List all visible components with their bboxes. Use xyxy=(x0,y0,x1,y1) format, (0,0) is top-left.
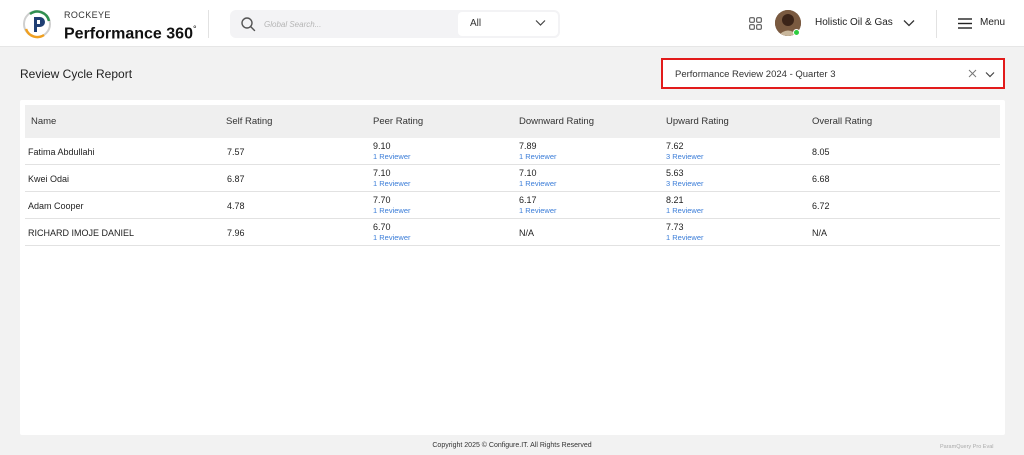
clear-icon[interactable] xyxy=(968,69,977,78)
search-scope-select[interactable]: All xyxy=(458,12,558,36)
overall-rating: 8.05 xyxy=(812,147,830,157)
column-header-self-rating[interactable]: Self Rating xyxy=(226,116,272,127)
brand-degree: ° xyxy=(192,24,197,34)
overall-rating: 6.68 xyxy=(812,174,830,184)
table-header: Name Self Rating Peer Rating Downward Ra… xyxy=(25,105,1000,138)
report-table-card: Name Self Rating Peer Rating Downward Ra… xyxy=(20,100,1005,435)
brand-product: Performance 360° xyxy=(64,20,197,43)
review-cycle-value: Performance Review 2024 - Quarter 3 xyxy=(675,69,836,80)
apps-grid-icon[interactable] xyxy=(749,17,762,30)
table-row[interactable]: Adam Cooper 4.78 7.70 1 Reviewer 6.17 1 … xyxy=(25,192,1000,219)
peer-reviewer-count[interactable]: 1 Reviewer xyxy=(373,206,411,215)
column-header-peer-rating[interactable]: Peer Rating xyxy=(373,116,423,127)
online-status-icon xyxy=(793,29,800,36)
menu-button[interactable]: Menu xyxy=(980,17,1005,28)
self-rating: 7.96 xyxy=(227,228,245,238)
brand-product-name: Performance 360 xyxy=(64,25,193,43)
divider xyxy=(208,10,209,38)
search-scope-value: All xyxy=(470,18,482,29)
brand[interactable]: ROCKEYE Performance 360° xyxy=(64,10,197,43)
global-search: All xyxy=(230,10,560,38)
divider xyxy=(936,10,937,38)
employee-name: Adam Cooper xyxy=(28,201,84,211)
upward-rating: 7.62 xyxy=(666,141,684,151)
watermark: ParamQuery Pro Eval xyxy=(940,444,994,450)
upward-reviewer-count[interactable]: 3 Reviewer xyxy=(666,179,704,188)
overall-rating: 6.72 xyxy=(812,201,830,211)
column-header-overall-rating[interactable]: Overall Rating xyxy=(812,116,872,127)
downward-reviewer-count[interactable]: 1 Reviewer xyxy=(519,179,557,188)
chevron-down-icon[interactable] xyxy=(903,19,915,27)
footer-copyright: Copyright 2025 © Configure.IT. All Right… xyxy=(432,442,592,449)
chevron-down-icon[interactable] xyxy=(985,71,995,78)
peer-reviewer-count[interactable]: 1 Reviewer xyxy=(373,152,411,161)
self-rating: 4.78 xyxy=(227,201,245,211)
peer-rating: 7.10 xyxy=(373,168,391,178)
downward-rating: 6.17 xyxy=(519,195,537,205)
hamburger-menu-icon[interactable] xyxy=(958,18,972,29)
downward-rating: N/A xyxy=(519,228,535,238)
upward-rating: 5.63 xyxy=(666,168,684,178)
top-navigation-bar: ROCKEYE Performance 360° All Holistic Oi… xyxy=(0,0,1024,47)
peer-rating: 6.70 xyxy=(373,222,391,232)
chevron-down-icon xyxy=(535,20,546,26)
upward-rating: 8.21 xyxy=(666,195,684,205)
table-row[interactable]: Kwei Odai 6.87 7.10 1 Reviewer 7.10 1 Re… xyxy=(25,165,1000,192)
table-row[interactable]: RICHARD IMOJE DANIEL 7.96 6.70 1 Reviewe… xyxy=(25,219,1000,246)
employee-name: Kwei Odai xyxy=(28,174,70,184)
upward-reviewer-count[interactable]: 3 Reviewer xyxy=(666,152,704,161)
search-input[interactable] xyxy=(264,14,434,34)
overall-rating: N/A xyxy=(812,228,828,238)
peer-rating: 9.10 xyxy=(373,141,391,151)
downward-rating: 7.89 xyxy=(519,141,537,151)
downward-rating: 7.10 xyxy=(519,168,537,178)
peer-reviewer-count[interactable]: 1 Reviewer xyxy=(373,179,411,188)
downward-reviewer-count[interactable]: 1 Reviewer xyxy=(519,206,557,215)
employee-name: RICHARD IMOJE DANIEL xyxy=(28,228,135,238)
column-header-name[interactable]: Name xyxy=(31,116,56,127)
column-header-downward-rating[interactable]: Downward Rating xyxy=(519,116,594,127)
table-row[interactable]: Fatima Abdullahi 7.57 9.10 1 Reviewer 7.… xyxy=(25,138,1000,165)
column-header-upward-rating[interactable]: Upward Rating xyxy=(666,116,729,127)
review-cycle-select[interactable]: Performance Review 2024 - Quarter 3 xyxy=(661,58,1005,89)
downward-reviewer-count[interactable]: 1 Reviewer xyxy=(519,152,557,161)
organization-name[interactable]: Holistic Oil & Gas xyxy=(815,17,893,28)
page-title: Review Cycle Report xyxy=(20,67,133,81)
rockeye-logo-icon[interactable] xyxy=(22,9,52,39)
employee-name: Fatima Abdullahi xyxy=(28,147,95,157)
self-rating: 6.87 xyxy=(227,174,245,184)
peer-rating: 7.70 xyxy=(373,195,391,205)
upward-reviewer-count[interactable]: 1 Reviewer xyxy=(666,233,704,242)
search-icon[interactable] xyxy=(240,16,256,32)
upward-rating: 7.73 xyxy=(666,222,684,232)
upward-reviewer-count[interactable]: 1 Reviewer xyxy=(666,206,704,215)
peer-reviewer-count[interactable]: 1 Reviewer xyxy=(373,233,411,242)
self-rating: 7.57 xyxy=(227,147,245,157)
brand-company: ROCKEYE xyxy=(64,10,111,20)
